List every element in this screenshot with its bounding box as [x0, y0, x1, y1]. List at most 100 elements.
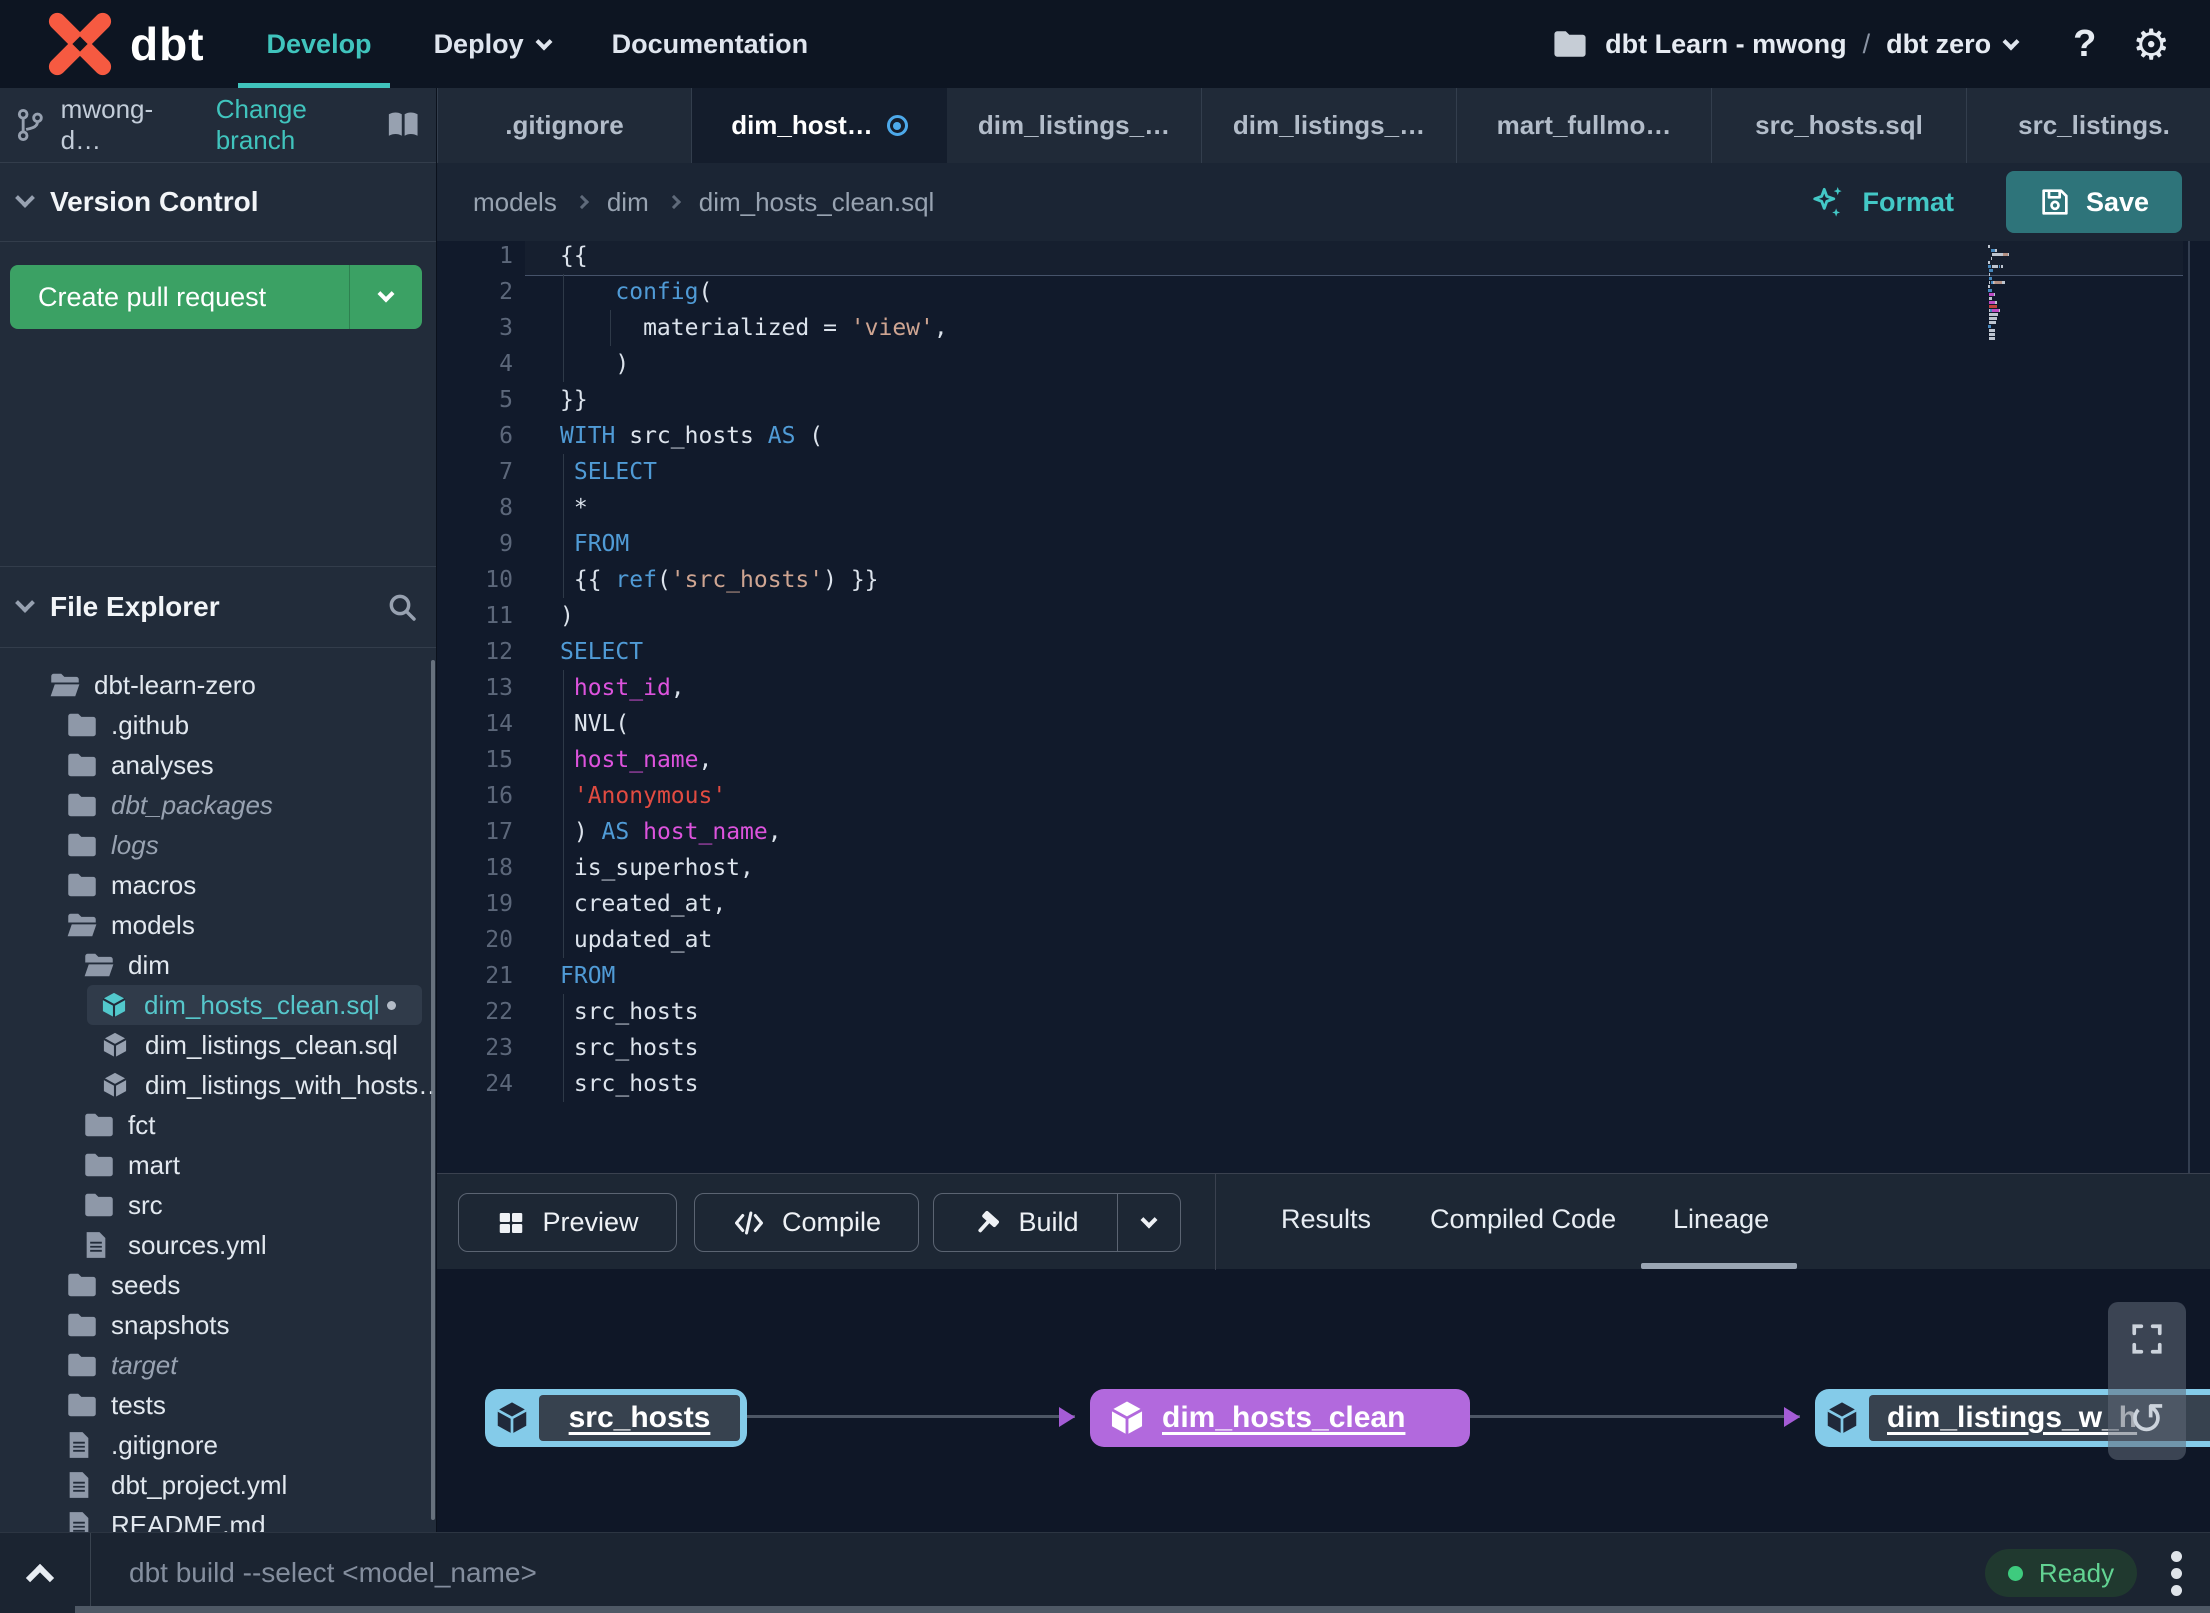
help-button[interactable]: ?: [2073, 23, 2096, 66]
tab--gitignore[interactable]: .gitignore: [437, 88, 692, 163]
code-line: materialized = 'view',: [560, 315, 948, 341]
tree-item-seeds[interactable]: seeds: [0, 1265, 436, 1305]
tree-item-label: dim: [128, 949, 170, 980]
tree-item-label: seeds: [111, 1269, 181, 1300]
refresh-icon[interactable]: ↺: [2129, 1398, 2166, 1442]
kebab-menu[interactable]: [2171, 1548, 2182, 1599]
tree-item-label: target: [111, 1349, 178, 1380]
tree-item-readme-md[interactable]: README.md: [0, 1505, 436, 1532]
tree-item-target[interactable]: target: [0, 1345, 436, 1385]
command-bar: dbt build --select <model_name> Ready: [0, 1532, 2210, 1613]
lineage-controls: ↺: [2108, 1302, 2186, 1460]
folder-icon: [67, 1312, 97, 1338]
tree-item-dim-hosts-clean-sql[interactable]: dim_hosts_clean.sql: [87, 985, 422, 1025]
code-line: *: [560, 495, 588, 521]
status-dot: [2007, 1565, 2023, 1581]
node-label: src_hosts: [568, 1401, 711, 1434]
pr-dropdown-caret[interactable]: [350, 285, 422, 306]
tree-item-dbt-packages[interactable]: dbt_packages: [0, 785, 436, 825]
search-icon[interactable]: [386, 591, 418, 623]
tree-item--gitignore[interactable]: .gitignore: [0, 1425, 436, 1465]
compile-button[interactable]: Compile: [694, 1193, 919, 1252]
tab-results[interactable]: Results: [1281, 1204, 1371, 1235]
tab-src-listings-[interactable]: src_listings.: [1967, 88, 2210, 163]
tree-item-tests[interactable]: tests: [0, 1385, 436, 1425]
lineage-node-dim-hosts-clean[interactable]: dim_hosts_clean: [1090, 1389, 1470, 1447]
line-number: 18: [485, 855, 513, 881]
chevron-right-icon: [574, 194, 589, 210]
file-explorer-header[interactable]: File Explorer: [0, 566, 436, 648]
nav-documentation[interactable]: Documentation: [612, 0, 809, 88]
format-button[interactable]: Format: [1810, 183, 1954, 221]
create-pr-label: Create pull request: [38, 281, 267, 312]
chevron-up-icon[interactable]: [25, 1563, 55, 1593]
dbt-cloud-ide: dbt Develop Deploy Documentation dbt Lea…: [0, 0, 2210, 1613]
tree-item-analyses[interactable]: analyses: [0, 745, 436, 785]
tab-compiled-code[interactable]: Compiled Code: [1430, 1204, 1616, 1235]
tree-item-dim[interactable]: dim: [0, 945, 436, 985]
folder-icon: [50, 672, 80, 698]
tab-dim-host-[interactable]: dim_host…: [692, 88, 947, 163]
code-line: updated_at: [560, 927, 713, 953]
active-panel-tab-underline: [1641, 1263, 1797, 1269]
folder-icon: [67, 1272, 97, 1298]
code-line: SELECT: [573, 459, 657, 485]
chevron-down-icon: [2002, 33, 2020, 50]
tree-item-sources-yml[interactable]: sources.yml: [0, 1225, 436, 1265]
command-input[interactable]: dbt build --select <model_name>: [129, 1557, 537, 1589]
code-line: config(: [615, 279, 713, 305]
lineage-canvas[interactable]: src_hosts dim_hosts_clean dim_listings_w…: [437, 1269, 2210, 1532]
tree-item-dim-listings-with-hosts-[interactable]: dim_listings_with_hosts…: [0, 1065, 436, 1105]
tab-lineage[interactable]: Lineage: [1673, 1204, 1769, 1235]
tab-dim-listings-[interactable]: dim_listings_…: [947, 88, 1202, 163]
tree-item-dbt-project-yml[interactable]: dbt_project.yml: [0, 1465, 436, 1505]
tree-item-mart[interactable]: mart: [0, 1145, 436, 1185]
git-branch-icon: [17, 108, 43, 142]
code-line: src_hosts: [560, 1035, 699, 1061]
code-line: ) AS host_name,: [560, 819, 782, 845]
file-explorer-scrollbar[interactable]: [431, 660, 435, 1520]
tree-item-logs[interactable]: logs: [0, 825, 436, 865]
sidebar: mwong-d… Change branch Version Control C…: [0, 88, 437, 1532]
code-editor[interactable]: 1 {{2 config(3 materialized = 'view', 4 ) 5…: [437, 241, 2210, 1173]
settings-gear-icon[interactable]: ⚙: [2132, 20, 2170, 69]
nav-deploy[interactable]: Deploy: [434, 0, 553, 88]
tree-item-src[interactable]: src: [0, 1185, 436, 1225]
project-switcher[interactable]: dbt Learn - mwong / dbt zero: [1553, 28, 2020, 60]
tree-item-dbt-learn-zero[interactable]: dbt-learn-zero: [0, 665, 436, 705]
version-control-header[interactable]: Version Control: [0, 163, 436, 242]
nav-develop[interactable]: Develop: [267, 0, 372, 88]
horizontal-scrollbar[interactable]: [75, 1606, 2210, 1613]
dbt-logo[interactable]: dbt: [44, 8, 205, 80]
breadcrumb-models[interactable]: models: [473, 187, 557, 218]
tab-src-hosts-sql[interactable]: src_hosts.sql: [1712, 88, 1967, 163]
tree-item-macros[interactable]: macros: [0, 865, 436, 905]
code-line: }}: [560, 387, 588, 413]
breadcrumb-dim[interactable]: dim: [607, 187, 649, 218]
editor-scrollbar[interactable]: [2188, 241, 2190, 1173]
chevron-down-icon: [15, 188, 35, 208]
preview-button[interactable]: Preview: [458, 1193, 677, 1252]
fullscreen-icon[interactable]: [2130, 1322, 2164, 1356]
save-button[interactable]: Save: [2006, 171, 2182, 233]
minimap[interactable]: [1988, 245, 2046, 341]
build-button[interactable]: Build: [934, 1194, 1117, 1251]
lineage-node-src-hosts[interactable]: src_hosts: [485, 1389, 747, 1447]
tree-item-models[interactable]: models: [0, 905, 436, 945]
file-icon: [67, 1471, 97, 1499]
tab-dim-listings-[interactable]: dim_listings_…: [1202, 88, 1457, 163]
tree-item-snapshots[interactable]: snapshots: [0, 1305, 436, 1345]
tree-item-fct[interactable]: fct: [0, 1105, 436, 1145]
tree-item-dim-listings-clean-sql[interactable]: dim_listings_clean.sql: [0, 1025, 436, 1065]
line-number: 17: [485, 819, 513, 845]
project-name: dbt zero: [1886, 28, 1992, 59]
tree-item--github[interactable]: .github: [0, 705, 436, 745]
build-dropdown-caret[interactable]: [1118, 1194, 1180, 1251]
tree-item-label: macros: [111, 869, 197, 900]
book-icon[interactable]: [386, 110, 420, 140]
tab-mart-fullmo-[interactable]: mart_fullmo…: [1457, 88, 1712, 163]
change-branch-link[interactable]: Change branch: [216, 94, 386, 156]
tree-item-label: .github: [111, 709, 190, 740]
create-pull-request-button[interactable]: Create pull request: [10, 265, 422, 329]
model-cube-icon: [1111, 1401, 1143, 1435]
